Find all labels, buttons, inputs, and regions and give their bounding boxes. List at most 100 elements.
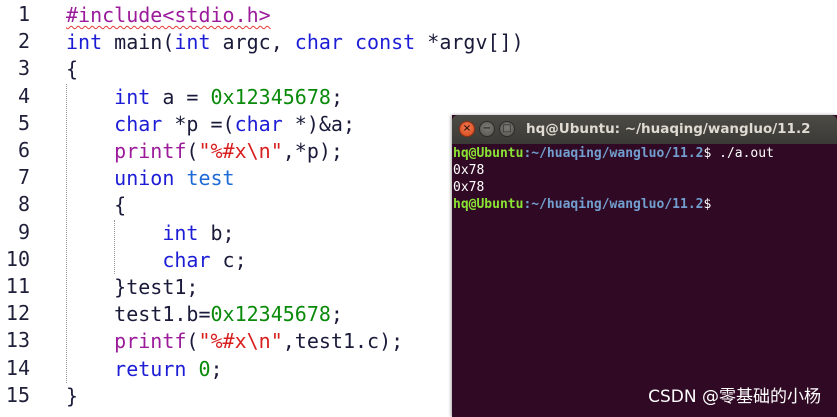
code-token: printf (114, 329, 187, 354)
minimize-button[interactable]: − (479, 121, 495, 137)
code-line: int b; (66, 220, 235, 247)
code-token: *argv[]) (415, 30, 524, 55)
code-token: ; (330, 302, 343, 327)
line-number: 3 (17, 56, 30, 81)
code-token: "%#x\n" (198, 329, 283, 354)
code-line: char c; (66, 247, 247, 274)
line-number: 13 (5, 328, 30, 353)
code-token: ( (186, 139, 199, 163)
line-number: 10 (5, 246, 30, 271)
code-token: ,*p); (282, 139, 343, 163)
line-number: 11 (5, 274, 30, 298)
maximize-button[interactable]: □ (499, 121, 515, 137)
code-token: 0 (198, 356, 211, 381)
code-token: b; (198, 220, 235, 245)
code-token: ; (210, 356, 223, 381)
code-token: a = (150, 84, 211, 109)
code-line: printf("%#x\n",test1.c); (66, 328, 403, 355)
prompt-path: :~/huaqing/wangluo/11.2 (523, 197, 704, 212)
terminal-line: hq@Ubuntu:~/huaqing/wangluo/11.2$ (453, 197, 719, 212)
code-line: union test (66, 165, 235, 192)
code-token: argc, (210, 30, 295, 55)
code-token: return (114, 356, 187, 381)
code-token: test (186, 166, 235, 191)
code-token: main( (102, 30, 175, 55)
code-token: 0x12345678 (210, 84, 331, 109)
code-token: char (234, 111, 283, 136)
line-number: 4 (17, 83, 30, 108)
code-line: printf("%#x\n",*p); (66, 138, 343, 165)
close-button[interactable]: × (459, 121, 475, 137)
code-token: "%#x\n" (198, 139, 283, 163)
code-token: } (66, 383, 79, 408)
code-line: #include<stdio.h> (66, 2, 271, 29)
code-token: 0x12345678 (210, 302, 331, 327)
code-token: *)&a; (282, 111, 356, 136)
code-token: char (294, 30, 343, 55)
line-number: 15 (5, 382, 30, 407)
code-line: test1.b=0x12345678; (66, 301, 343, 328)
line-number: 2 (17, 29, 30, 54)
watermark: CSDN @零基础的小杨 (648, 387, 821, 407)
code-token: union (114, 166, 175, 191)
code-line: return 0; (66, 356, 223, 383)
code-token: ; (330, 84, 343, 109)
prompt-user: hq@Ubuntu (453, 197, 524, 212)
code-token: int (174, 30, 211, 55)
code-token: { (66, 57, 79, 82)
code-token: char (162, 247, 211, 272)
terminal-title: hq@Ubuntu: ~/huaqing/wangluo/11.2 (526, 121, 811, 137)
line-number: 7 (17, 165, 30, 190)
code-line: { (66, 56, 78, 83)
code-token: printf (114, 139, 187, 163)
prompt-command: $ ./a.out (703, 146, 774, 161)
terminal-window[interactable]: × − □ hq@Ubuntu: ~/huaqing/wangluo/11.2 … (452, 115, 837, 417)
code-token: int (66, 30, 103, 55)
line-number: 12 (5, 301, 30, 326)
code-token: c; (210, 247, 247, 272)
line-number: 6 (17, 138, 30, 162)
code-line: int a = 0x12345678; (66, 84, 343, 111)
line-number: 1 (17, 2, 30, 26)
code-token: *p =( (162, 111, 235, 136)
prompt-path: :~/huaqing/wangluo/11.2 (523, 146, 704, 161)
line-number: 5 (17, 110, 30, 135)
line-number: 9 (17, 219, 30, 244)
code-token: const (355, 30, 416, 55)
code-token: ( (186, 329, 199, 354)
code-token: #include<stdio.h> (66, 3, 271, 27)
code-token: ,test1.c); (282, 329, 404, 354)
line-number-gutter: 1 2 3 4 5 6 7 8 9 10 11 12 13 14 15 (0, 0, 50, 417)
indent-guide (66, 83, 67, 383)
code-line: char *p =(char *)&a; (66, 111, 355, 138)
line-number: 14 (5, 355, 30, 380)
code-token: char (114, 111, 163, 136)
code-token: int (114, 84, 151, 109)
code-token: int (162, 220, 199, 245)
close-icon: × (462, 123, 472, 134)
prompt-symbol: $ (703, 197, 712, 212)
maximize-icon: □ (502, 123, 512, 134)
code-line: int main(int argc, char const *argv[]) (66, 29, 524, 56)
terminal-line: hq@Ubuntu:~/huaqing/wangluo/11.2$ ./a.ou… (453, 146, 774, 161)
code-line: } (66, 383, 78, 410)
code-token: { (66, 193, 127, 218)
terminal-output-line: 0x78 (453, 180, 485, 195)
prompt-user: hq@Ubuntu (453, 146, 524, 161)
minimize-icon: − (482, 123, 492, 134)
code-line: }test1; (66, 274, 198, 301)
terminal-body[interactable]: hq@Ubuntu:~/huaqing/wangluo/11.2$ ./a.ou… (452, 144, 837, 417)
code-token: }test1; (66, 275, 199, 299)
code-token: test1.b= (66, 302, 211, 327)
terminal-titlebar[interactable]: × − □ hq@Ubuntu: ~/huaqing/wangluo/11.2 (452, 115, 837, 144)
terminal-cursor (711, 197, 719, 212)
